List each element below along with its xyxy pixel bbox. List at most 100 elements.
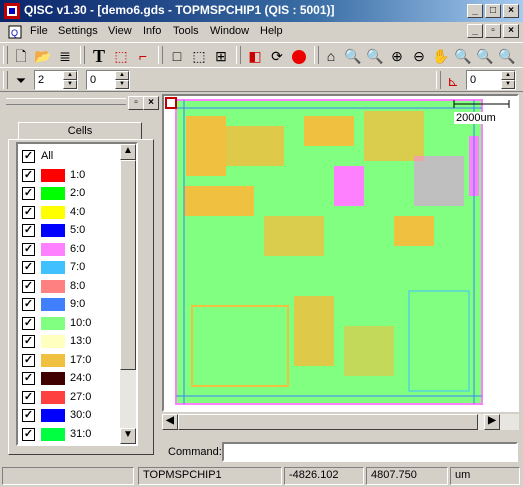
layer-row[interactable]: ✓ 30:0 <box>22 407 122 426</box>
zoom-window-icon[interactable]: 🔍 <box>364 45 386 67</box>
spin-down-arrow-icon[interactable]: ▼ <box>501 80 515 89</box>
mdi-close-button[interactable]: × <box>503 24 519 38</box>
refresh-icon[interactable]: ⟳ <box>266 45 288 67</box>
scroll-down-icon[interactable]: ▼ <box>120 428 136 444</box>
layer-color-swatch[interactable] <box>41 298 65 311</box>
minimize-button[interactable]: _ <box>467 4 483 18</box>
layer-row[interactable]: ✓ All <box>22 148 122 167</box>
zoom-in-icon[interactable]: ⊕ <box>386 45 408 67</box>
spin-up-arrow-icon[interactable]: ▲ <box>501 71 515 80</box>
layer-row[interactable]: ✓ 17:0 <box>22 352 122 371</box>
layer-checkbox[interactable]: ✓ <box>22 390 35 404</box>
list-scrollbar[interactable]: ▲ ▼ <box>120 144 136 444</box>
layer-checkbox[interactable]: ✓ <box>22 261 35 274</box>
layer-row[interactable]: ✓ 2:0 <box>22 185 122 204</box>
layer-row[interactable]: ✓ 9:0 <box>22 296 122 315</box>
mdi-restore-button[interactable]: ▫ <box>485 24 501 38</box>
spin-up-arrow-icon[interactable]: ▲ <box>63 71 77 80</box>
layer-row[interactable]: ✓ 5:0 <box>22 222 122 241</box>
menu-help[interactable]: Help <box>260 25 283 37</box>
layer-checkbox[interactable]: ✓ <box>22 298 35 311</box>
layer-color-swatch[interactable] <box>41 187 65 200</box>
zoom-all-icon[interactable]: 🔍 <box>496 45 518 67</box>
layer-color-swatch[interactable] <box>41 316 65 330</box>
viewport-hscrollbar[interactable]: ◀ ▶ <box>162 414 519 430</box>
scroll-thumb[interactable] <box>120 160 136 370</box>
cells-list[interactable]: ✓ All ✓ 1:0 ✓ 2:0 ✓ 4:0 ✓ 5:0 ✓ 6:0 ✓ 7:0 ✓ 8:0 ✓ 9:0 ✓ 10:… <box>16 142 138 446</box>
layer-checkbox[interactable]: ✓ <box>22 187 35 200</box>
menu-view[interactable]: View <box>108 25 132 37</box>
layer-row[interactable]: ✓ 31:0 <box>22 426 122 445</box>
app-icon[interactable] <box>4 3 20 19</box>
layer-checkbox[interactable]: ✓ <box>22 150 35 163</box>
toolbar-grip[interactable] <box>3 46 8 64</box>
maximize-button[interactable]: □ <box>485 4 501 18</box>
layer-checkbox[interactable]: ✓ <box>22 409 35 422</box>
layer-checkbox[interactable]: ✓ <box>22 427 35 441</box>
layer-color-swatch[interactable] <box>41 427 65 441</box>
layer-checkbox[interactable]: ✓ <box>22 353 35 367</box>
panel-restore-button[interactable]: ▫ <box>128 96 144 110</box>
layer-checkbox[interactable]: ✓ <box>22 316 35 330</box>
axes-icon[interactable]: ⊾ <box>442 70 464 92</box>
layer-row[interactable]: ✓ 7:0 <box>22 259 122 278</box>
zoom-out-icon[interactable]: ⊖ <box>408 45 430 67</box>
layer-row[interactable]: ✓ 24:0 <box>22 370 122 389</box>
menu-window[interactable]: Window <box>210 25 249 37</box>
layer-checkbox[interactable]: ✓ <box>22 168 35 182</box>
zoom-fit-icon[interactable]: 🔍 <box>474 45 496 67</box>
layer-color-swatch[interactable] <box>41 261 65 274</box>
layer-color-swatch[interactable] <box>41 168 65 182</box>
layer-checkbox[interactable]: ✓ <box>22 335 35 348</box>
layer-checkbox[interactable]: ✓ <box>22 205 35 219</box>
fill-icon[interactable]: ◧ <box>244 45 266 67</box>
close-button[interactable]: × <box>503 4 519 18</box>
layer-row[interactable]: ✓ 8:0 <box>22 278 122 297</box>
pan-hand-icon[interactable]: ✋ <box>430 45 452 67</box>
mdi-minimize-button[interactable]: _ <box>467 24 483 38</box>
layer-color-swatch[interactable] <box>41 353 65 367</box>
layer-color-swatch[interactable] <box>41 279 65 293</box>
home-icon[interactable]: ⌂ <box>320 45 342 67</box>
layer-checkbox[interactable]: ✓ <box>22 242 35 256</box>
scroll-right-icon[interactable]: ▶ <box>484 414 500 430</box>
level-spinner[interactable]: 2 ▲ ▼ <box>34 70 78 90</box>
layout-viewport[interactable]: 2000um <box>162 94 519 412</box>
scroll-left-icon[interactable]: ◀ <box>162 414 178 430</box>
doc-icon[interactable]: Q <box>8 24 24 40</box>
scroll-up-icon[interactable]: ▲ <box>120 144 136 160</box>
layer-color-swatch[interactable] <box>41 409 65 422</box>
spin-up-arrow-icon[interactable]: ▲ <box>115 71 129 80</box>
spin-down-arrow-icon[interactable]: ▼ <box>115 80 129 89</box>
tab-cells[interactable]: Cells <box>18 122 142 140</box>
layer-row[interactable]: ✓ 4:0 <box>22 204 122 223</box>
right-spinner[interactable]: 0 ▲ ▼ <box>466 70 516 90</box>
menu-file[interactable]: File <box>30 25 48 37</box>
grid-icon[interactable]: ⊞ <box>210 45 232 67</box>
layer-checkbox[interactable]: ✓ <box>22 372 35 385</box>
spin-down-arrow-icon[interactable]: ▼ <box>63 80 77 89</box>
path-tool-icon[interactable]: ⌐ <box>132 45 154 67</box>
zoom-icon[interactable]: 🔍 <box>342 45 364 67</box>
rectangle-icon[interactable]: □ <box>166 45 188 67</box>
menu-tools[interactable]: Tools <box>173 25 199 37</box>
layer-row[interactable]: ✓ 13:0 <box>22 333 122 352</box>
layer-row[interactable]: ✓ 6:0 <box>22 241 122 260</box>
panel-close-button[interactable]: × <box>143 96 159 110</box>
dotted-rectangle-icon[interactable]: ⬚ <box>188 45 210 67</box>
layer-color-swatch[interactable] <box>41 335 65 348</box>
layer-color-swatch[interactable] <box>41 372 65 385</box>
layer-color-swatch[interactable] <box>41 390 65 404</box>
layer-color-swatch[interactable] <box>41 224 65 237</box>
zoom-previous-icon[interactable]: 🔍 <box>452 45 474 67</box>
command-input[interactable] <box>222 442 518 462</box>
open-folder-icon[interactable]: 📂 <box>32 45 54 67</box>
text-tool-icon[interactable]: T <box>88 45 110 67</box>
layer-row[interactable]: ✓ 1:0 <box>22 167 122 186</box>
box-tool-icon[interactable]: ⬚ <box>110 45 132 67</box>
layers-icon[interactable]: ≣ <box>54 45 76 67</box>
layer-color-swatch[interactable] <box>41 242 65 256</box>
menu-info[interactable]: Info <box>143 25 161 37</box>
layer-row[interactable]: ✓ 10:0 <box>22 315 122 334</box>
hscroll-thumb[interactable] <box>178 414 478 430</box>
